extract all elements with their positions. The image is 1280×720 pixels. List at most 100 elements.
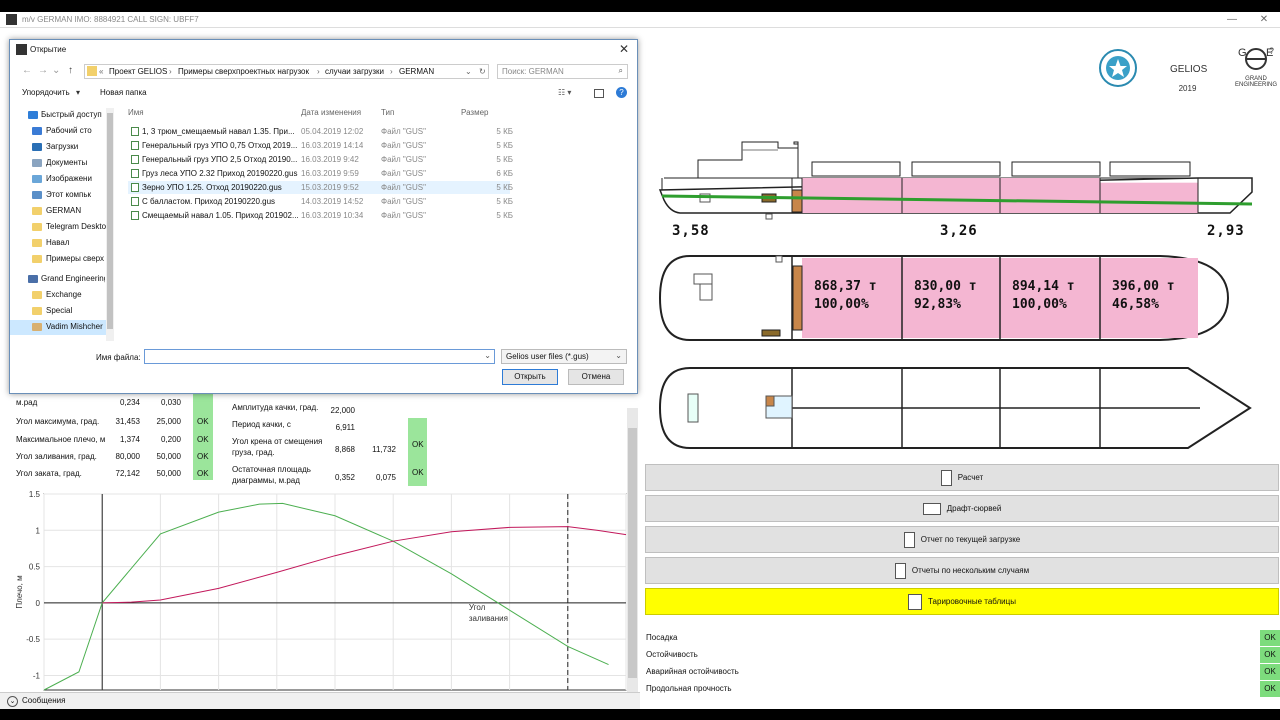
flood-angle-annotation: Угол	[469, 603, 486, 612]
cancel-button[interactable]: Отмена	[568, 369, 624, 385]
calculate-button[interactable]: Расчет	[645, 464, 1279, 491]
file-date: 16.03.2019 14:14	[301, 141, 364, 150]
nav-item[interactable]: Изображени	[10, 172, 114, 187]
file-row[interactable]: Генеральный груз УПО 0,75 Отход 2019... 1…	[128, 139, 513, 152]
open-button[interactable]: Открыть	[502, 369, 558, 385]
nav-item[interactable]: Загрузки	[10, 140, 114, 155]
search-input[interactable]: Поиск: GERMAN ⌕	[497, 64, 628, 79]
nav-item[interactable]: GERMAN	[10, 204, 114, 219]
breadcrumb-cases[interactable]: случаи загрузки	[325, 67, 384, 76]
help-circle-icon[interactable]: ?	[616, 87, 627, 98]
organize-chevron-icon: ▾	[76, 88, 81, 97]
nav-item[interactable]: Рабочий сто	[10, 124, 114, 139]
filename-label: Имя файла:	[96, 353, 141, 362]
nav-item[interactable]: Быстрый доступ	[10, 108, 114, 123]
forward-arrow-icon[interactable]: →	[38, 65, 48, 76]
restore-button[interactable]	[1221, 13, 1245, 27]
y-axis-label: Плечо, м	[15, 575, 24, 608]
stability-value: 80,000	[115, 452, 140, 461]
nav-scroll-thumb[interactable]	[107, 113, 113, 329]
breadcrumb-project[interactable]: Проект GELIOS	[109, 67, 167, 76]
hold-profile-fill	[1100, 182, 1198, 213]
organize-button[interactable]: Упорядочить	[22, 88, 70, 97]
file-name: С балластом. Приход 20190220.gus	[142, 197, 276, 206]
nav-item[interactable]: Telegram Deskto	[10, 220, 114, 235]
file-row[interactable]: 1, 3 трюм_смещаемый навал 1.35. При... 05…	[128, 125, 513, 138]
nav-scrollbar[interactable]	[106, 108, 114, 341]
vertical-scrollbar[interactable]	[627, 408, 638, 698]
col-size[interactable]: Размер	[461, 108, 489, 117]
nav-item[interactable]: Примеры сверх	[10, 252, 114, 267]
stability-label: м.рад	[16, 398, 38, 407]
file-type-select[interactable]: Gelios user files (*.gus) ⌄	[501, 349, 627, 364]
draft-mid: 3,26	[940, 223, 978, 239]
dialog-close-button[interactable]: ✕	[619, 42, 629, 56]
register-logo-icon	[1099, 49, 1137, 87]
hold-percent: 46,58%	[1112, 297, 1159, 312]
breadcrumb-overflow[interactable]: «	[99, 67, 103, 76]
file-row[interactable]: Зерно УПО 1.25. Отход 20190220.gus 15.03.…	[128, 181, 513, 194]
nav-item-label: Документы	[46, 158, 88, 167]
close-button[interactable]: ✕	[1252, 13, 1276, 27]
refresh-icon[interactable]: ↻	[479, 67, 486, 76]
report-multi-button[interactable]: Отчеты по нескольким случаям	[645, 557, 1279, 584]
company-name: GRAND ENGINEERING	[1234, 76, 1277, 88]
stability-value: 72,142	[115, 469, 140, 478]
filename-chevron-icon[interactable]: ⌄	[484, 351, 491, 360]
nav-item[interactable]: Grand Engineering	[10, 272, 114, 287]
draft-survey-button[interactable]: Драфт-сюрвей	[645, 495, 1279, 522]
table-icon	[908, 593, 923, 610]
messages-bar[interactable]: ⌄ Сообщения	[0, 692, 640, 709]
file-row[interactable]: Смещаемый навал 1.05. Приход 201902... 16…	[128, 209, 513, 222]
tank-tables-button[interactable]: Тарировочные таблицы	[645, 588, 1279, 615]
filename-input[interactable]: ⌄	[144, 349, 495, 364]
nav-item[interactable]: Vadim Mishcher	[10, 320, 114, 335]
gus-file-icon	[131, 155, 139, 164]
col-date[interactable]: Дата изменения	[301, 108, 361, 117]
dialog-title-bar: Открытие ✕	[10, 40, 637, 60]
nav-item[interactable]: Special	[10, 304, 114, 319]
folder-icon	[32, 255, 42, 263]
nav-item[interactable]: Навал	[10, 236, 114, 251]
col-type[interactable]: Тип	[381, 108, 394, 117]
file-row[interactable]: Груз леса УПО 2.32 Приход 20190220.gus 16…	[128, 167, 513, 180]
folder-icon	[28, 111, 38, 119]
folder-icon	[32, 307, 42, 315]
status-ok-badge: OK	[1260, 681, 1280, 697]
report-current-button[interactable]: Отчет по текущей загрузке	[645, 526, 1279, 553]
status-ok-badge: OK	[1260, 630, 1280, 646]
breadcrumb-examples[interactable]: Примеры сверхпроектных нагрузок	[178, 67, 309, 76]
folder-icon	[32, 207, 42, 215]
calculator-icon	[940, 469, 952, 486]
nav-item[interactable]: Exchange	[10, 288, 114, 303]
chevron-down-icon[interactable]: ⌄	[7, 696, 18, 707]
tank-tables-label: Тарировочные таблицы	[928, 597, 1016, 606]
ok-badge: OK	[197, 452, 209, 461]
stability-criterion: 0,030	[160, 398, 181, 407]
hold-profile-fill	[902, 178, 1000, 213]
app-icon	[6, 14, 17, 25]
new-folder-button[interactable]: Новая папка	[100, 88, 147, 97]
back-arrow-icon[interactable]: ←	[22, 65, 32, 76]
file-row[interactable]: С балластом. Приход 20190220.gus 14.03.20…	[128, 195, 513, 208]
address-bar[interactable]: « Проект GELIOS › Примеры сверхпроектных…	[84, 64, 489, 79]
calculate-label: Расчет	[957, 473, 984, 482]
up-arrow-icon[interactable]: ↑	[68, 65, 73, 76]
ship-panel: ? GELIOS 2019 G E GRAND ENGINEERING 3,58…	[640, 28, 1280, 709]
nav-item[interactable]: Документы	[10, 156, 114, 171]
address-dropdown-icon[interactable]: ⌄	[465, 67, 472, 76]
nav-item[interactable]: Этот компьк	[10, 188, 114, 203]
hold-weight: 894,14 т	[1012, 279, 1075, 294]
y-tick-label: 1	[36, 526, 41, 535]
preview-pane-icon[interactable]	[594, 89, 604, 98]
breadcrumb-german[interactable]: GERMAN	[399, 67, 434, 76]
filter-chevron-icon: ⌄	[615, 351, 622, 360]
recent-chevron-icon[interactable]: ⌄	[52, 65, 60, 76]
window-title: m/v GERMAN IMO: 8884921 CALL SIGN: UBFF7	[22, 15, 199, 24]
scroll-thumb[interactable]	[628, 428, 637, 678]
stability-value: 22,000	[330, 406, 355, 415]
nav-item-label: Загрузки	[46, 142, 79, 151]
view-options-icon[interactable]: ☷ ▾	[558, 88, 571, 97]
file-row[interactable]: Генеральный груз УПО 2,5 Отход 20190... 1…	[128, 153, 513, 166]
col-name[interactable]: Имя	[128, 108, 144, 117]
